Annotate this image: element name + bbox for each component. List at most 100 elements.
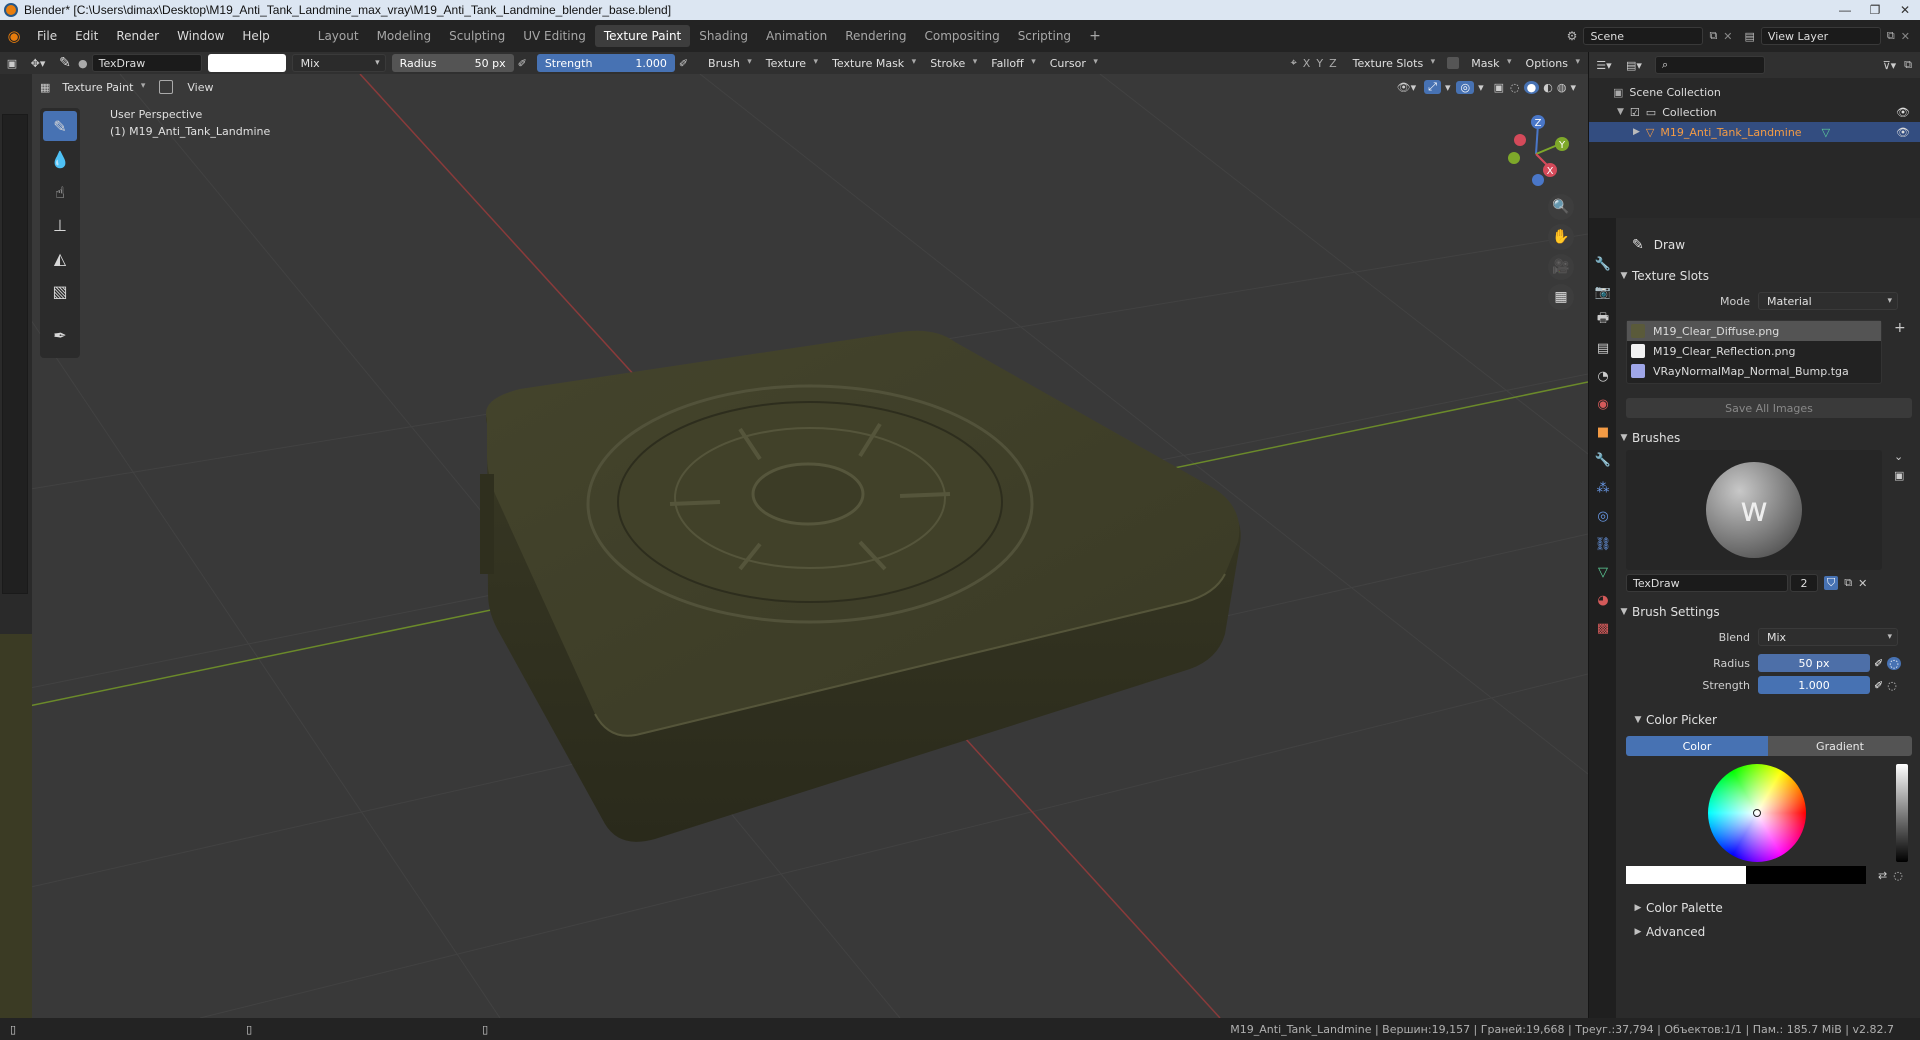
- tab-modeling[interactable]: Modeling: [368, 25, 441, 47]
- fake-user-shield-icon[interactable]: ⛉: [1824, 576, 1839, 590]
- menu-help[interactable]: Help: [233, 29, 278, 43]
- tab-layout[interactable]: Layout: [309, 25, 368, 47]
- add-workspace-button[interactable]: +: [1080, 24, 1110, 48]
- remove-scene-icon[interactable]: ✕: [1723, 30, 1732, 43]
- image-slot-reflection[interactable]: M19_Clear_Reflection.png: [1627, 341, 1881, 361]
- rendered-shading-icon[interactable]: ◍: [1557, 81, 1567, 94]
- menu-edit[interactable]: Edit: [66, 29, 107, 43]
- tab-rendering[interactable]: Rendering: [836, 25, 915, 47]
- gizmo-toggle-icon[interactable]: ⤢: [1424, 80, 1441, 94]
- tab-gradient[interactable]: Gradient: [1768, 736, 1912, 756]
- brush-users-count[interactable]: 2: [1790, 574, 1818, 592]
- brush-list-dropdown-icon[interactable]: ⌄: [1894, 450, 1904, 463]
- brush-settings-panel-header[interactable]: ▼ Brush Settings: [1616, 600, 1920, 624]
- symmetry-z-toggle[interactable]: Z: [1329, 57, 1337, 70]
- texture-slots-menu[interactable]: Texture Slots: [1347, 57, 1440, 70]
- unified-color-icon[interactable]: ◌: [1893, 869, 1903, 882]
- scene-icon[interactable]: ⚙: [1567, 29, 1578, 43]
- outliner-editor-icon[interactable]: ☰▾: [1589, 59, 1619, 72]
- scene-field[interactable]: Scene: [1583, 27, 1704, 45]
- radius-slider[interactable]: 50 px: [1758, 654, 1870, 672]
- clone-tool-button[interactable]: ⊥: [43, 210, 77, 240]
- wireframe-shading-icon[interactable]: ◌: [1510, 81, 1520, 94]
- mode-dropdown[interactable]: Material: [1758, 292, 1898, 310]
- tab-scripting[interactable]: Scripting: [1009, 25, 1080, 47]
- save-all-images-button[interactable]: Save All Images: [1626, 398, 1912, 418]
- radius-unit-icon[interactable]: ◌: [1887, 656, 1901, 670]
- color-palette-subpanel-header[interactable]: ▶ Color Palette: [1616, 896, 1920, 920]
- close-button[interactable]: ✕: [1890, 3, 1920, 17]
- symmetry-x-toggle[interactable]: X: [1303, 57, 1311, 70]
- object-visibility-icon[interactable]: 👁: [1896, 126, 1910, 139]
- brush-color-swatch[interactable]: [207, 54, 286, 72]
- collection-row[interactable]: ▼ ☑ ▭ Collection 👁: [1589, 102, 1920, 122]
- cursor-menu[interactable]: Cursor: [1044, 57, 1102, 70]
- navigation-gizmo[interactable]: Z Y X: [1500, 112, 1580, 192]
- symmetry-y-toggle[interactable]: Y: [1316, 57, 1323, 70]
- modifier-tab-icon[interactable]: 🔧: [1589, 446, 1617, 474]
- mesh-data-tab-icon[interactable]: ▽: [1589, 558, 1617, 586]
- landmine-mesh[interactable]: [480, 330, 1241, 842]
- strength-slider[interactable]: Strength 1.000: [536, 54, 675, 72]
- color-wheel-cursor[interactable]: [1753, 809, 1761, 817]
- color-wheel[interactable]: [1708, 764, 1806, 862]
- strength-slider[interactable]: 1.000: [1758, 676, 1870, 694]
- radius-pressure-icon[interactable]: ✐: [518, 57, 527, 70]
- tab-color[interactable]: Color: [1626, 736, 1768, 756]
- collection-visibility-icon[interactable]: 👁: [1896, 106, 1910, 119]
- display-mode-icon[interactable]: ▤▾: [1619, 59, 1649, 72]
- mask-menu[interactable]: Mask: [1465, 57, 1515, 70]
- blender-menu-icon[interactable]: ◉: [0, 27, 28, 45]
- strength-pressure-icon[interactable]: ✐: [1874, 679, 1883, 692]
- scene-collection-row[interactable]: ▣ Scene Collection: [1589, 82, 1920, 102]
- maximize-button[interactable]: ❐: [1860, 3, 1890, 17]
- radius-pressure-icon[interactable]: ✐: [1874, 657, 1883, 670]
- material-tab-icon[interactable]: ◕: [1589, 586, 1617, 614]
- blend-dropdown[interactable]: Mix: [291, 54, 386, 72]
- texture-tab-icon[interactable]: ▩: [1589, 614, 1617, 642]
- image-slot-diffuse[interactable]: M19_Clear_Diffuse.png: [1627, 321, 1881, 341]
- interaction-mode-dropdown[interactable]: Texture Paint: [56, 81, 149, 94]
- solid-shading-icon[interactable]: ●: [1523, 80, 1540, 94]
- mode-icon[interactable]: ✥▾: [24, 57, 52, 70]
- tab-shading[interactable]: Shading: [690, 25, 757, 47]
- xray-icon[interactable]: ▣: [1494, 81, 1504, 94]
- physics-tab-icon[interactable]: ◎: [1589, 502, 1617, 530]
- tab-animation[interactable]: Animation: [757, 25, 836, 47]
- new-brush-icon[interactable]: ⧉: [1844, 576, 1852, 590]
- world-tab-icon[interactable]: ◉: [1589, 390, 1617, 418]
- tab-uv-editing[interactable]: UV Editing: [514, 25, 595, 47]
- outliner-search-input[interactable]: ⌕: [1655, 56, 1765, 74]
- texture-menu[interactable]: Texture: [760, 57, 822, 70]
- new-view-layer-icon[interactable]: ⧉: [1887, 29, 1895, 43]
- new-scene-icon[interactable]: ⧉: [1709, 29, 1717, 43]
- radius-slider[interactable]: Radius 50 px: [391, 54, 514, 72]
- texture-mask-menu[interactable]: Texture Mask: [826, 57, 920, 70]
- symmetry-icon[interactable]: ⌖: [1291, 56, 1297, 70]
- view-layer-tab-icon[interactable]: ▤: [1589, 334, 1617, 362]
- remove-view-layer-icon[interactable]: ✕: [1901, 30, 1910, 43]
- brush-menu[interactable]: Brush: [702, 57, 756, 70]
- smear-tool-button[interactable]: ☝: [43, 177, 77, 207]
- brushes-panel-header[interactable]: ▼ Brushes: [1616, 426, 1920, 450]
- tool-tab-icon[interactable]: 🔧: [1589, 250, 1617, 278]
- swap-colors-icon[interactable]: ⇄: [1878, 869, 1887, 882]
- menu-render[interactable]: Render: [107, 29, 168, 43]
- annotate-tool-button[interactable]: ✒: [43, 320, 77, 350]
- add-slot-icon[interactable]: +: [1894, 320, 1906, 384]
- mask-tool-button[interactable]: ▧: [43, 276, 77, 306]
- mesh-data-icon[interactable]: ▽: [1822, 126, 1830, 139]
- soften-tool-button[interactable]: 💧: [43, 144, 77, 174]
- overlay-toggle-icon[interactable]: ◎: [1456, 80, 1475, 94]
- view-toggle-checkbox[interactable]: [159, 80, 174, 94]
- particles-tab-icon[interactable]: ⁂: [1589, 474, 1617, 502]
- object-row[interactable]: ▶ ▽ M19_Anti_Tank_Landmine ▽ 👁: [1589, 122, 1920, 142]
- menu-file[interactable]: File: [28, 29, 66, 43]
- ortho-grid-icon[interactable]: ▦: [1548, 284, 1574, 310]
- secondary-color-swatch[interactable]: [1746, 866, 1866, 884]
- tab-compositing[interactable]: Compositing: [915, 25, 1008, 47]
- new-collection-icon[interactable]: ⧉: [1904, 58, 1912, 72]
- view-layer-field[interactable]: View Layer: [1760, 27, 1881, 45]
- strength-pressure-icon[interactable]: ✐: [679, 57, 688, 70]
- advanced-subpanel-header[interactable]: ▶ Advanced: [1616, 920, 1920, 944]
